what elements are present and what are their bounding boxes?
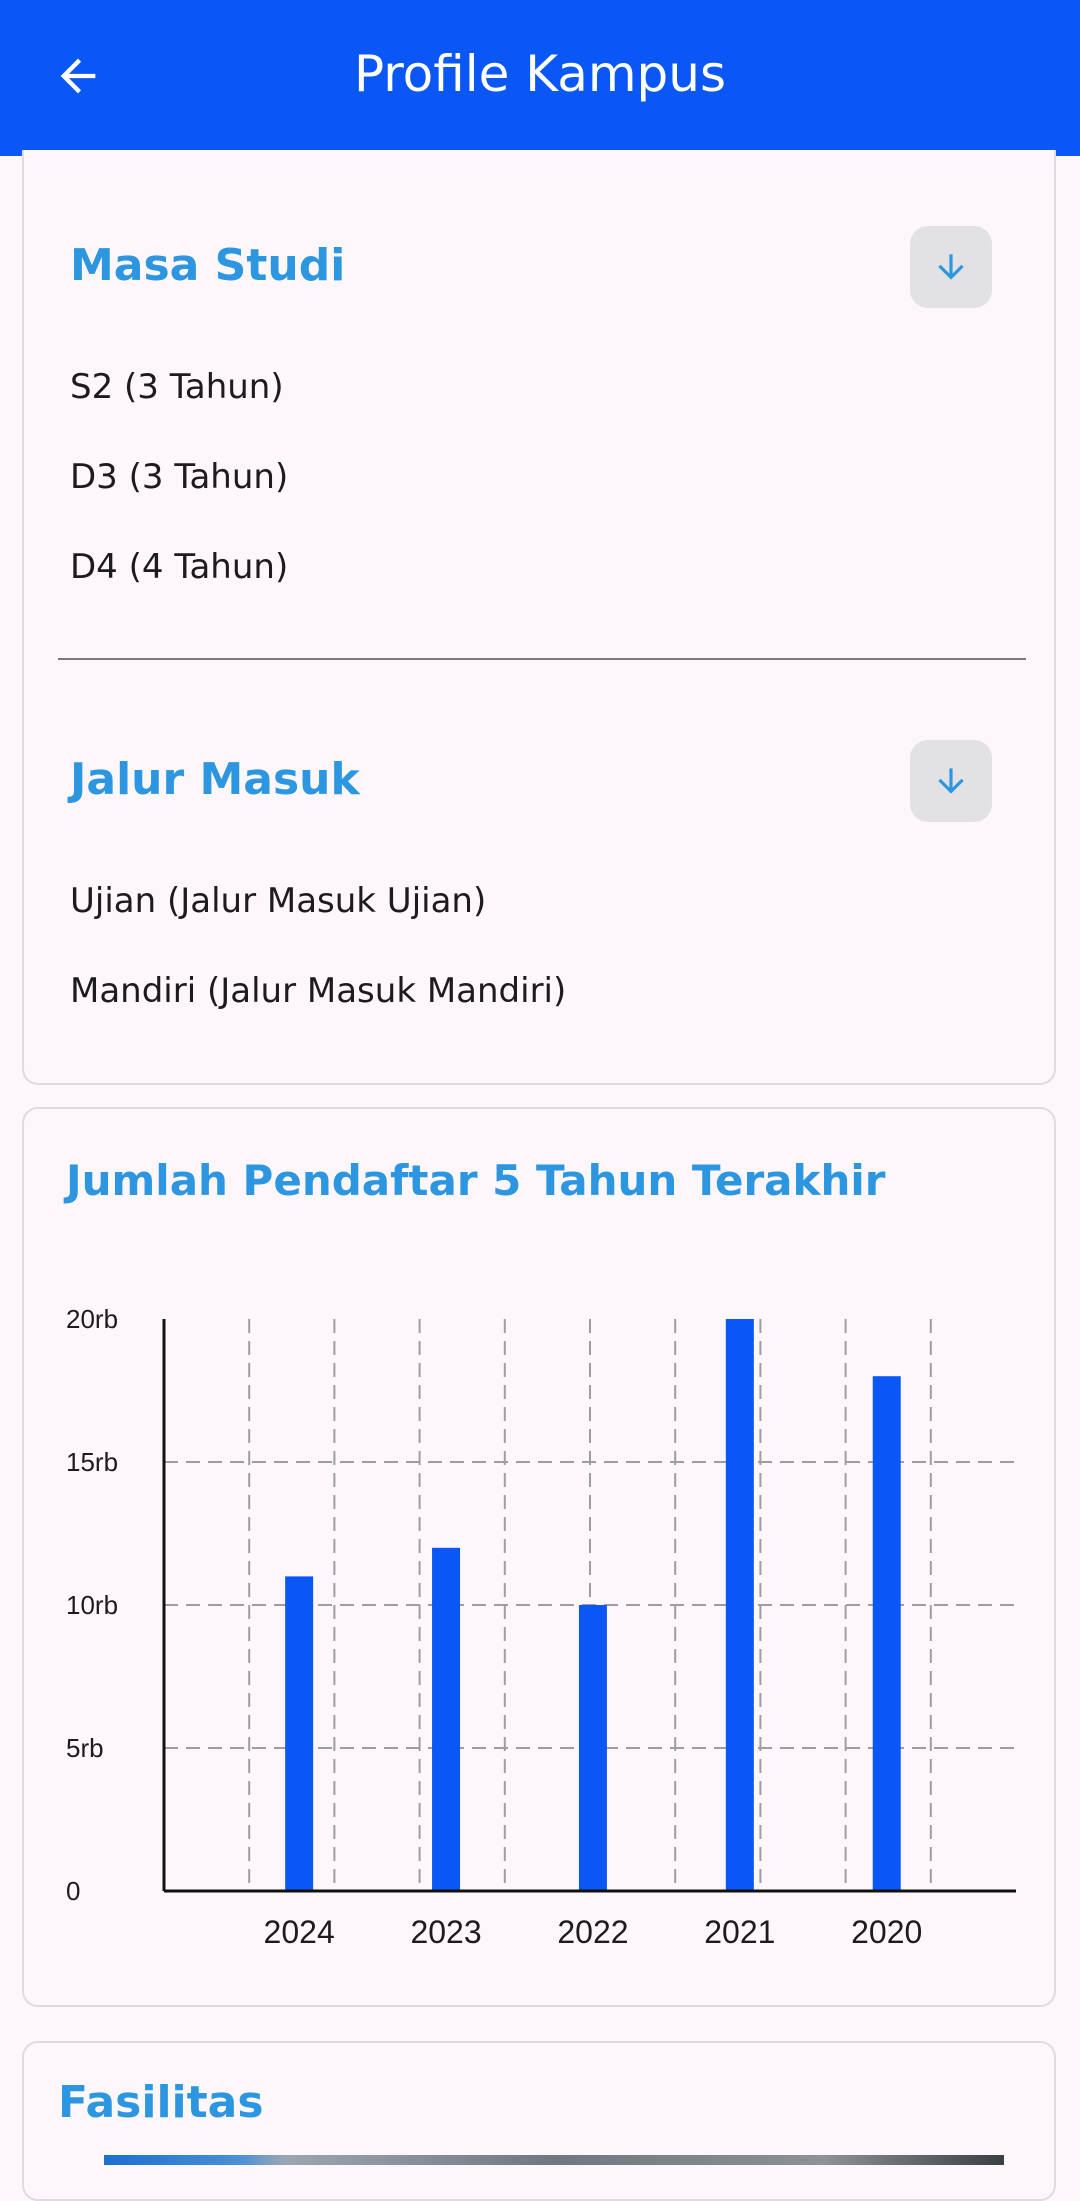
x-tick-label: 2021 (704, 1914, 775, 1950)
bar-2024 (285, 1576, 314, 1891)
y-tick-label: 5rb (66, 1733, 104, 1763)
fasilitas-title: Fasilitas (58, 2077, 264, 2128)
masa-studi-item: D4 (4 Tahun) (70, 547, 289, 587)
program-info-card: Masa Studi S2 (3 Tahun) D3 (3 Tahun) D4 … (22, 150, 1056, 1085)
x-tick-label: 2024 (264, 1914, 335, 1950)
masa-studi-item: S2 (3 Tahun) (70, 367, 284, 407)
fasilitas-card: Fasilitas (22, 2041, 1056, 2201)
bar-2023 (432, 1547, 461, 1891)
fasilitas-photo[interactable] (104, 2155, 1004, 2165)
app-bar: Profile Kampus (0, 0, 1080, 156)
x-tick-label: 2020 (851, 1914, 922, 1950)
bar-2021 (725, 1319, 754, 1891)
jalur-masuk-title: Jalur Masuk (70, 754, 360, 805)
section-divider (58, 658, 1026, 660)
masa-studi-toggle-button[interactable] (910, 226, 992, 308)
masa-studi-title: Masa Studi (70, 240, 346, 291)
arrow-down-icon (938, 768, 964, 794)
registrants-bar-chart: 2024 2023 2022 2021 2020 0 5rb 10rb 15rb 20rb (66, 1304, 1016, 1950)
registrants-chart-card: Jumlah Pendaftar 5 Tahun Terakhir 2024 20… (22, 1107, 1056, 2007)
x-tick-label: 2023 (410, 1914, 481, 1950)
y-tick-label: 20rb (66, 1304, 118, 1334)
jalur-masuk-item: Ujian (Jalur Masuk Ujian) (70, 881, 487, 921)
jalur-masuk-toggle-button[interactable] (910, 740, 992, 822)
page-title: Profile Kampus (353, 45, 727, 103)
arrow-down-icon (938, 254, 964, 280)
bar-2020 (872, 1376, 901, 1891)
y-tick-label: 10rb (66, 1590, 118, 1620)
jalur-masuk-item: Mandiri (Jalur Masuk Mandiri) (70, 971, 567, 1011)
y-tick-label: 0 (66, 1876, 80, 1906)
bar-2022 (578, 1605, 607, 1891)
x-tick-label: 2022 (557, 1914, 628, 1950)
y-tick-label: 15rb (66, 1447, 118, 1477)
masa-studi-item: D3 (3 Tahun) (70, 457, 289, 497)
